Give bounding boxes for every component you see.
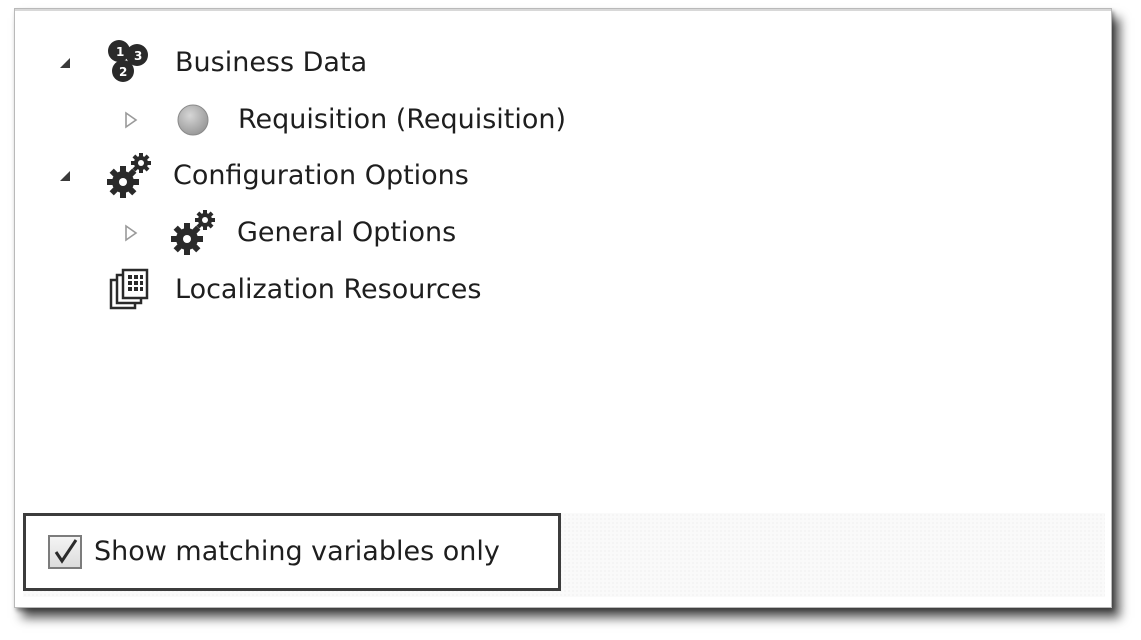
tree-item-label: Requisition (Requisition) <box>238 104 567 135</box>
show-matching-variables-option[interactable]: Show matching variables only <box>23 513 561 591</box>
collapse-triangle-icon[interactable] <box>57 53 73 73</box>
panel-top-border <box>15 9 1111 11</box>
tree-item-label: Configuration Options <box>173 160 469 191</box>
gears-icon <box>99 148 159 204</box>
expand-triangle-icon[interactable] <box>123 223 139 243</box>
resources-icon <box>99 262 159 318</box>
tree-item-configuration-options[interactable]: Configuration Options <box>15 148 715 204</box>
show-matching-checkbox[interactable] <box>48 535 82 569</box>
show-matching-label: Show matching variables only <box>94 536 500 567</box>
business-data-icon: 1 3 2 <box>99 35 159 91</box>
checkmark-icon <box>54 539 78 564</box>
variable-picker-panel: 1 3 2 Business Data Requisition (Requisi… <box>14 8 1112 608</box>
gears-icon <box>163 205 223 261</box>
filter-bar: Show matching variables only <box>23 513 1105 597</box>
tree-item-label: General Options <box>237 217 457 248</box>
tree-item-general-options[interactable]: General Options <box>15 205 715 261</box>
collapse-triangle-icon[interactable] <box>57 166 73 186</box>
expand-triangle-icon[interactable] <box>123 110 139 130</box>
svg-text:2: 2 <box>119 65 127 79</box>
svg-text:1: 1 <box>116 45 124 59</box>
tree-item-localization-resources[interactable]: Localization Resources <box>15 262 715 318</box>
tree-item-requisition[interactable]: Requisition (Requisition) <box>15 92 715 148</box>
variable-circle-icon <box>163 92 223 148</box>
tree-item-label: Business Data <box>175 47 368 78</box>
svg-text:3: 3 <box>134 49 142 63</box>
tree-item-label: Localization Resources <box>175 274 482 305</box>
tree-item-business-data[interactable]: 1 3 2 Business Data <box>15 35 615 91</box>
